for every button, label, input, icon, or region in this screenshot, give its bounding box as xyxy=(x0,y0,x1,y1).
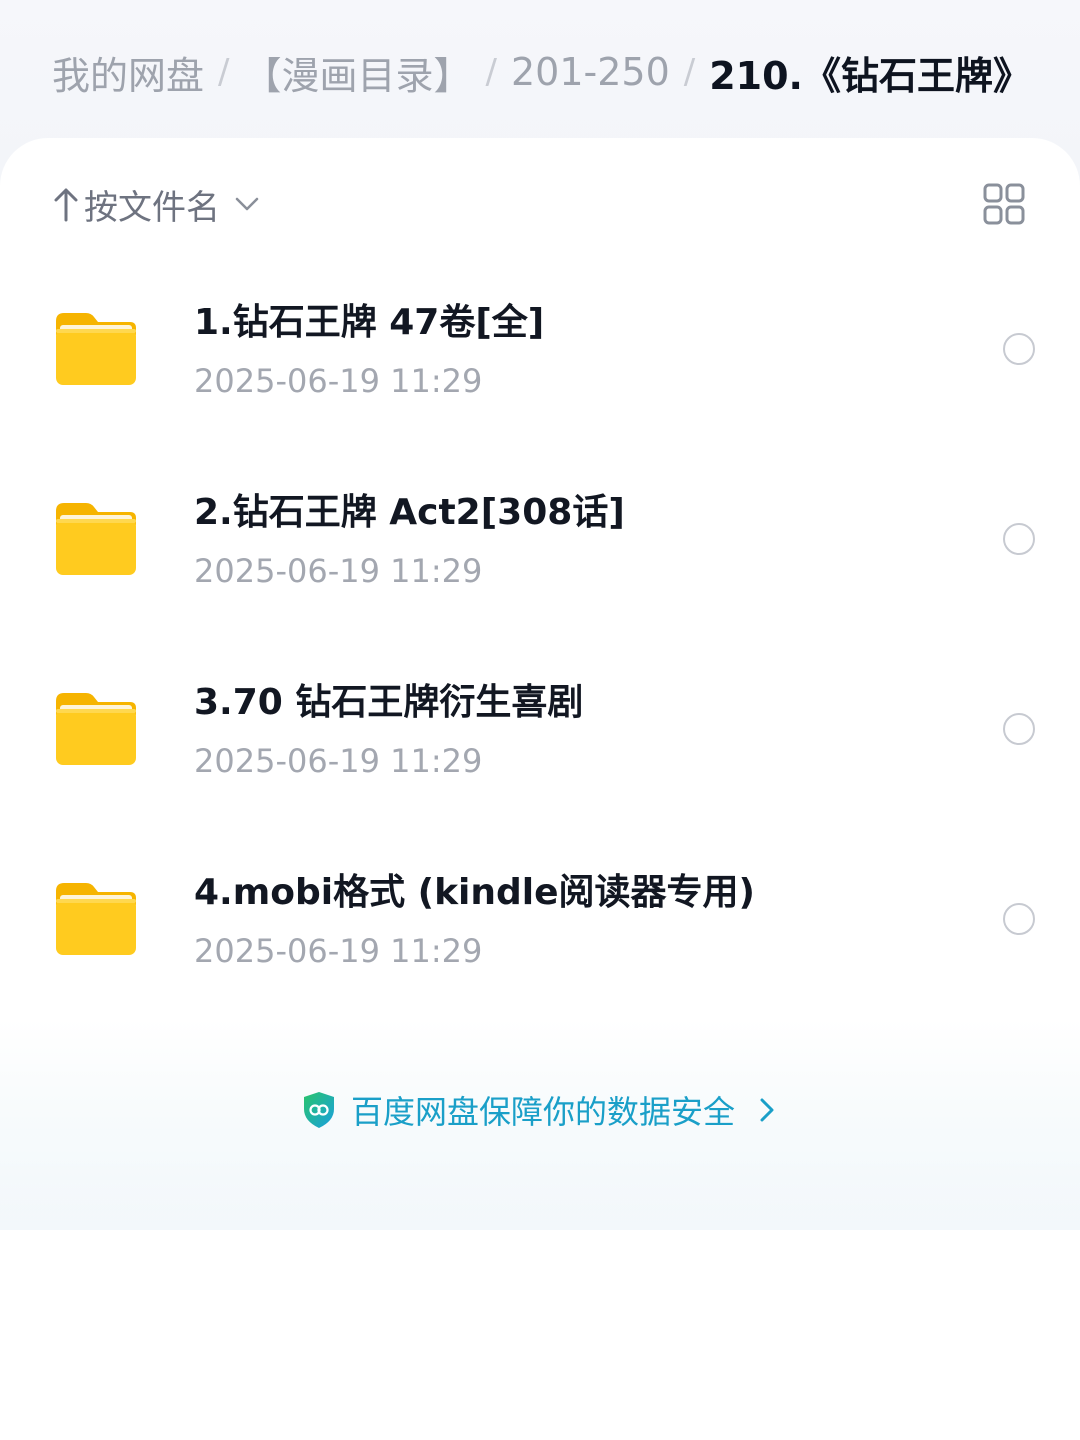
select-checkbox[interactable] xyxy=(1003,333,1035,365)
folder-icon xyxy=(56,313,136,385)
grid-view-icon[interactable] xyxy=(982,182,1026,226)
list-item[interactable]: 1.钻石王牌 47卷[全] 2025-06-19 11:29 xyxy=(0,255,1080,445)
breadcrumb-item-comic-catalog[interactable]: 【漫画目录】 xyxy=(243,45,471,100)
file-name: 1.钻石王牌 47卷[全] xyxy=(194,302,545,343)
list-item[interactable]: 2.钻石王牌 Act2[308话] 2025-06-19 11:29 xyxy=(0,445,1080,635)
breadcrumb-item-range[interactable]: 201-250 xyxy=(511,50,670,94)
select-checkbox[interactable] xyxy=(1003,713,1035,745)
file-list: 1.钻石王牌 47卷[全] 2025-06-19 11:29 2.钻石王牌 Ac… xyxy=(0,255,1080,1015)
file-date: 2025-06-19 11:29 xyxy=(194,932,483,970)
file-date: 2025-06-19 11:29 xyxy=(194,362,483,400)
file-name: 4.mobi格式 (kindle阅读器专用) xyxy=(194,872,755,913)
security-banner[interactable]: 百度网盘保障你的数据安全 xyxy=(0,1086,1080,1134)
chevron-right-icon xyxy=(760,1098,774,1122)
file-name: 3.70 钻石王牌衍生喜剧 xyxy=(194,682,584,723)
sort-label: 按文件名 xyxy=(84,187,220,228)
breadcrumb-item-my-drive[interactable]: 我的网盘 xyxy=(52,45,204,100)
breadcrumb-current-folder: 210.《钻石王牌》 xyxy=(709,53,1031,98)
file-date: 2025-06-19 11:29 xyxy=(194,742,483,780)
folder-icon xyxy=(56,503,136,575)
select-checkbox[interactable] xyxy=(1003,903,1035,935)
sort-selector[interactable]: 按文件名 xyxy=(52,178,262,230)
breadcrumb-separator: / xyxy=(485,52,497,92)
breadcrumb-separator: / xyxy=(218,52,230,92)
arrow-up-icon xyxy=(54,188,78,222)
shield-icon xyxy=(303,1092,334,1128)
file-name: 2.钻石王牌 Act2[308话] xyxy=(194,492,625,533)
folder-icon xyxy=(56,883,136,955)
file-date: 2025-06-19 11:29 xyxy=(194,552,483,590)
folder-icon xyxy=(56,693,136,765)
list-item[interactable]: 4.mobi格式 (kindle阅读器专用) 2025-06-19 11:29 xyxy=(0,825,1080,1015)
breadcrumb-separator: / xyxy=(683,52,696,92)
breadcrumb: 我的网盘 / 【漫画目录】 / 201-250 / 210.《钻石王牌》 xyxy=(52,44,1031,100)
chevron-down-icon xyxy=(235,197,259,211)
security-text: 百度网盘保障你的数据安全 xyxy=(350,1093,735,1131)
list-item[interactable]: 3.70 钻石王牌衍生喜剧 2025-06-19 11:29 xyxy=(0,635,1080,825)
select-checkbox[interactable] xyxy=(1003,523,1035,555)
